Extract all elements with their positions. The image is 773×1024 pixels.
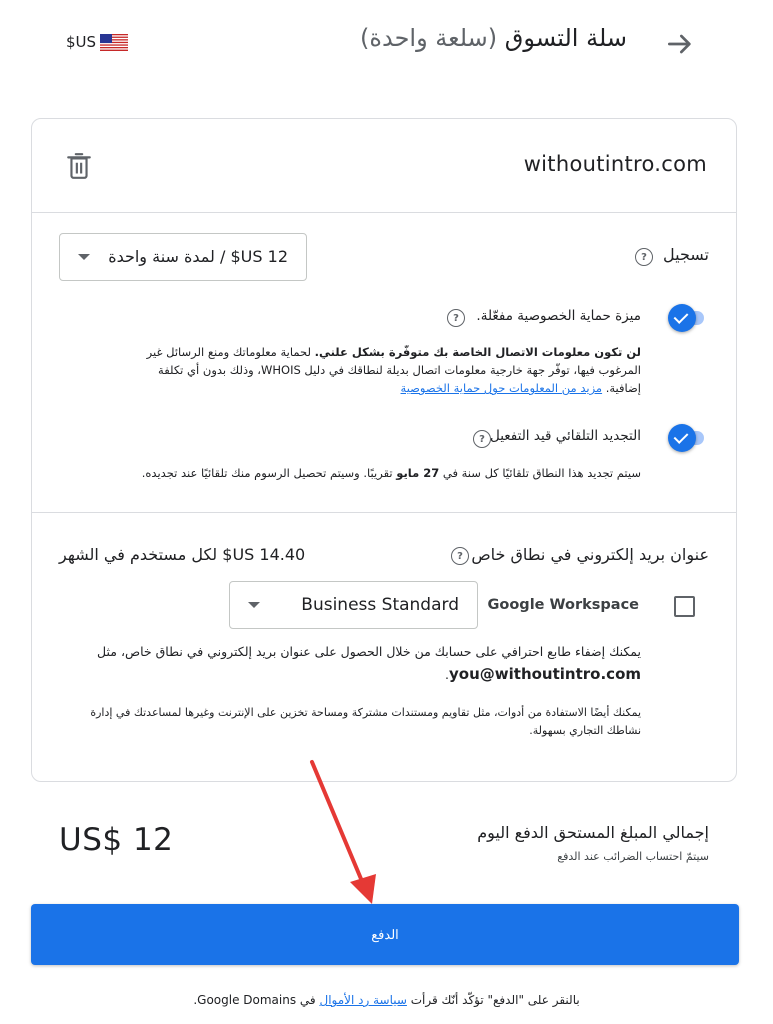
email-description: يمكنك إضفاء طابع احترافي على حسابك من خل… [61, 641, 641, 686]
renew-body-start: سيتم تجديد هذا النطاق تلقائيًا كل سنة في [439, 466, 641, 480]
divider [32, 512, 736, 513]
help-icon[interactable]: ? [635, 248, 653, 266]
us-flag-icon [100, 33, 129, 51]
footer-suffix: في Google Domains. [193, 993, 320, 1007]
check-icon [668, 304, 696, 332]
total-amount: US$ 12 [59, 822, 174, 858]
check-icon [668, 424, 696, 452]
google-workspace-label: Google Workspace [487, 597, 639, 613]
auto-renew-description: سيتم تجديد هذا النطاق تلقائيًا كل سنة في… [121, 464, 641, 482]
cart-item-count: (سلعة واحدة) [360, 24, 498, 52]
registration-period-value: 12 US$ / لمدة سنة واحدة [108, 247, 288, 266]
domain-name: withoutintro.com [523, 152, 707, 176]
email-price: 14.40 US$ لكل مستخدم في الشهر [59, 545, 306, 564]
email-tools-description: يمكنك أيضًا الاستفادة من أدوات، مثل تقاو… [90, 706, 641, 737]
forward-arrow-icon[interactable] [664, 28, 696, 60]
workspace-plan-value: Business Standard [301, 595, 459, 615]
registration-label: تسجيل [663, 245, 709, 264]
help-icon[interactable]: ? [473, 430, 491, 448]
renew-body-end: تقريبًا. وسيتم تحصيل الرسوم منك تلقائيًا… [141, 466, 397, 480]
email-body-text: يمكنك إضفاء طابع احترافي على حسابك من خل… [97, 644, 641, 659]
refund-policy-link[interactable]: سياسة رد الأموال [319, 993, 406, 1007]
privacy-title: ميزة حماية الخصوصية مفعّلة. [476, 308, 641, 324]
annotation-arrow-icon [310, 760, 376, 904]
currency-label: $US [66, 33, 97, 51]
privacy-body-bold: لن تكون معلومات الاتصال الخاصة بك متوفّر… [314, 345, 641, 359]
auto-renew-toggle[interactable] [668, 423, 704, 453]
example-email: you@withoutintro.com [449, 665, 641, 683]
total-label: إجمالي المبلغ المستحق الدفع اليوم [477, 823, 709, 842]
dropdown-caret-icon [248, 602, 260, 608]
help-icon[interactable]: ? [451, 547, 469, 565]
footer-prefix: بالنقر على "الدفع" تؤكّد أنّك قرأت [406, 993, 580, 1007]
privacy-learn-more-link[interactable]: مزيد من المعلومات حول حماية الخصوصية [401, 381, 603, 395]
custom-email-title: عنوان بريد إلكتروني في نطاق خاص [471, 545, 709, 564]
auto-renew-title: التجديد التلقائي قيد التفعيل [489, 428, 641, 444]
registration-period-select[interactable]: 12 US$ / لمدة سنة واحدة [59, 233, 307, 281]
currency-selector[interactable]: $US [66, 33, 129, 51]
help-icon[interactable]: ? [447, 309, 465, 327]
page-title: سلة التسوق (سلعة واحدة) [360, 24, 627, 52]
cart-title-text: سلة التسوق [504, 24, 627, 52]
dropdown-caret-icon [78, 254, 90, 260]
pay-button[interactable]: الدفع [31, 904, 739, 965]
trash-icon[interactable] [66, 152, 92, 180]
divider [32, 212, 736, 213]
renew-date: 27 مايو [396, 466, 440, 480]
refund-policy-notice: بالنقر على "الدفع" تؤكّد أنّك قرأت سياسة… [0, 993, 773, 1007]
workspace-plan-select[interactable]: Business Standard [229, 581, 478, 629]
tax-note: سيتمّ احتساب الضرائب عند الدفع [557, 850, 709, 863]
privacy-description: لن تكون معلومات الاتصال الخاصة بك متوفّر… [133, 343, 641, 397]
privacy-protection-toggle[interactable] [668, 303, 704, 333]
google-workspace-checkbox[interactable] [674, 596, 695, 617]
